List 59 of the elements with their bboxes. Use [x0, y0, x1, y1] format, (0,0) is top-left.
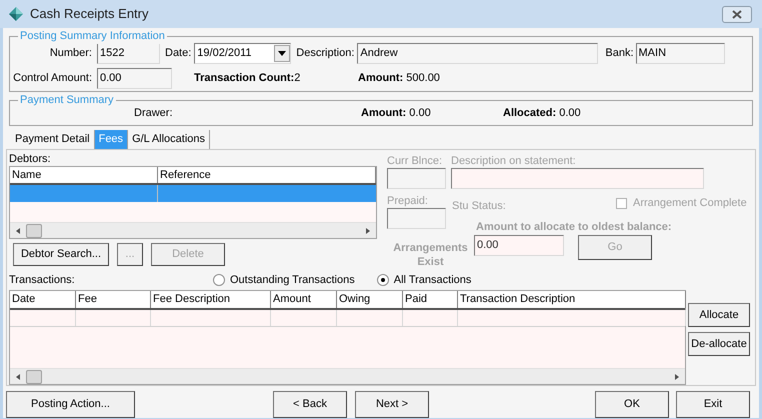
arrangement-complete-label: Arrangement Complete [633, 196, 747, 211]
group-title: Payment Summary [18, 92, 116, 108]
description-on-statement-field[interactable] [451, 168, 704, 189]
horizontal-scrollbar[interactable] [10, 222, 376, 238]
allocated-text: Allocated: 0.00 [503, 106, 581, 121]
number-field[interactable]: 1522 [97, 42, 160, 64]
column-header[interactable]: Fee Description [151, 291, 271, 308]
radio-label: Outstanding Transactions [230, 272, 355, 288]
description-field[interactable]: Andrew [357, 42, 598, 64]
arrangements-exist-text: Arrangements Exist [392, 241, 469, 269]
footer-button[interactable]: Next > [355, 391, 429, 418]
stu-status-label: Stu Status: [452, 198, 507, 214]
control-amount-field[interactable]: 0.00 [97, 68, 172, 88]
amount-text: Amount: 500.00 [358, 70, 440, 86]
group-title: Posting Summary Information [18, 28, 167, 44]
prepaid-label: Prepaid: [387, 194, 429, 208]
payment-amount-text: Amount: 0.00 [361, 106, 432, 121]
debtor-button[interactable]: Debtor Search... [13, 243, 109, 266]
prepaid-field[interactable] [387, 208, 446, 229]
column-header[interactable]: Paid [403, 291, 458, 308]
drawer-label: Drawer: [134, 106, 174, 121]
column-header[interactable]: Date [10, 291, 76, 308]
footer-button[interactable]: < Back [273, 391, 347, 418]
description-label: Description: [296, 46, 354, 61]
radio-button[interactable] [213, 274, 225, 286]
transaction-count-text: Transaction Count:2 [194, 70, 302, 86]
bank-label: Bank: [605, 46, 634, 61]
curr-balance-field[interactable] [387, 168, 446, 189]
column-header[interactable]: Amount [271, 291, 337, 308]
column-header[interactable]: Reference [158, 167, 376, 183]
footer-button[interactable]: Posting Action... [6, 391, 135, 418]
bank-field[interactable]: MAIN [636, 42, 725, 64]
column-header[interactable]: Name [10, 167, 158, 183]
control-amount-label: Control Amount: [12, 70, 93, 86]
date-label: Date: [165, 46, 192, 61]
allocation-button[interactable]: Allocate [688, 303, 750, 327]
scroll-thumb[interactable] [26, 224, 42, 238]
number-label: Number: [48, 46, 93, 61]
close-button[interactable] [722, 6, 752, 22]
radio-button[interactable] [376, 274, 389, 286]
description-on-statement-label: Description on statement: [451, 154, 577, 168]
horizontal-scrollbar[interactable] [10, 368, 685, 384]
scroll-thumb[interactable] [26, 370, 42, 384]
window-title: Cash Receipts Entry [30, 5, 148, 24]
dropdown-arrow-icon [278, 50, 286, 56]
close-icon [731, 10, 743, 18]
date-dropdown[interactable]: 19/02/2011 [194, 42, 292, 64]
column-header[interactable]: Transaction Description [458, 291, 686, 308]
debtors-label: Debtors: [9, 152, 52, 166]
curr-balance-label: Curr Blnce: [387, 154, 444, 168]
footer-button[interactable]: OK [595, 391, 669, 418]
amount-to-allocate-label: Amount to allocate to oldest balance: [476, 220, 673, 234]
column-header[interactable]: Fee [76, 291, 151, 308]
app-icon [8, 6, 24, 22]
radio-label: All Transactions [394, 272, 472, 288]
transactions-label: Transactions: [9, 272, 76, 288]
footer-button[interactable]: Exit [676, 391, 750, 418]
allocation-button[interactable]: De-allocate [688, 332, 750, 356]
column-header[interactable]: Owing [337, 291, 403, 308]
